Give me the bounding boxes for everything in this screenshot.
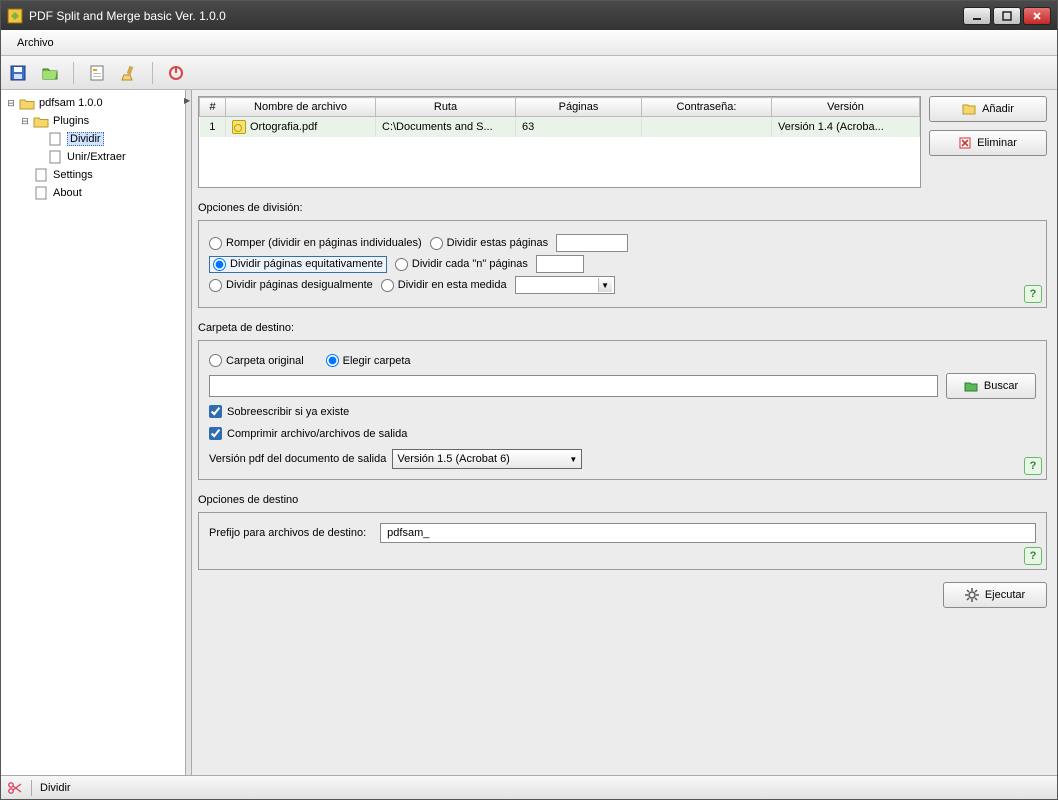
radio-unequal[interactable]: Dividir páginas desigualmente — [209, 279, 373, 292]
gear-icon — [965, 588, 979, 602]
execute-button[interactable]: Ejecutar — [943, 582, 1047, 608]
tree-about-label: About — [53, 187, 82, 199]
menu-archivo[interactable]: Archivo — [9, 33, 62, 53]
split-options-panel: Romper (dividir en páginas individuales)… — [198, 220, 1047, 308]
log-icon[interactable] — [86, 62, 108, 84]
collapse-icon[interactable]: ⊟ — [19, 115, 31, 127]
document-icon — [33, 168, 49, 182]
radio-equal[interactable]: Dividir páginas equitativamente — [209, 256, 387, 273]
tree-plugins-label: Plugins — [53, 115, 89, 127]
add-button[interactable]: Añadir — [929, 96, 1047, 122]
split-section-label: Opciones de división: — [198, 202, 1047, 214]
table-row[interactable]: 1 Ortografia.pdf C:\Documents and S... 6… — [200, 117, 920, 138]
status-separator — [31, 780, 32, 796]
every-n-input[interactable] — [536, 255, 584, 273]
window-title: PDF Split and Merge basic Ver. 1.0.0 — [29, 9, 963, 23]
col-pages[interactable]: Páginas — [516, 98, 642, 117]
splitter[interactable] — [186, 90, 192, 775]
radio-break[interactable]: Romper (dividir en páginas individuales) — [209, 237, 422, 250]
save-icon[interactable] — [7, 62, 29, 84]
col-name[interactable]: Nombre de archivo — [226, 98, 376, 117]
measure-combo[interactable]: ▼ — [515, 276, 615, 294]
help-icon[interactable]: ? — [1024, 547, 1042, 565]
these-pages-input[interactable] — [556, 234, 628, 252]
close-button[interactable] — [1023, 7, 1051, 25]
menubar: Archivo — [1, 30, 1057, 56]
add-icon — [962, 102, 976, 116]
minimize-button[interactable] — [963, 7, 991, 25]
tree-unir[interactable]: Unir/Extraer — [3, 148, 183, 166]
check-overwrite[interactable]: Sobreescribir si ya existe — [209, 405, 349, 418]
col-version[interactable]: Versión — [772, 98, 920, 117]
tree-settings-label: Settings — [53, 169, 93, 181]
radio-every-n[interactable]: Dividir cada "n" páginas — [395, 258, 528, 271]
help-icon[interactable]: ? — [1024, 285, 1042, 303]
tree-dividir[interactable]: Dividir — [3, 130, 183, 148]
document-icon — [47, 150, 63, 164]
tree-settings[interactable]: Settings — [3, 166, 183, 184]
tree-unir-label: Unir/Extraer — [67, 151, 126, 163]
cell-path: C:\Documents and S... — [376, 117, 516, 138]
cell-password — [642, 117, 772, 138]
radio-measure[interactable]: Dividir en esta medida — [381, 279, 507, 292]
delete-icon — [959, 137, 971, 149]
app-icon — [7, 8, 23, 24]
clear-icon[interactable] — [118, 62, 140, 84]
exit-icon[interactable] — [165, 62, 187, 84]
cell-version: Versión 1.4 (Acroba... — [772, 117, 920, 138]
maximize-button[interactable] — [993, 7, 1021, 25]
toolbar-separator — [73, 62, 74, 84]
collapse-icon[interactable]: ⊟ — [5, 97, 17, 109]
dest-section-label: Carpeta de destino: — [198, 322, 1047, 334]
dest-folder-input[interactable] — [209, 375, 938, 397]
cell-name: Ortografia.pdf — [226, 117, 376, 138]
sidebar: ⊟ pdfsam 1.0.0 ⊟ Plugins Dividir Unir/Ex… — [1, 90, 186, 775]
cell-pages: 63 — [516, 117, 642, 138]
radio-choose-folder[interactable]: Elegir carpeta — [326, 354, 411, 367]
cell-num: 1 — [200, 117, 226, 138]
tree-dividir-label: Dividir — [67, 132, 104, 146]
col-password[interactable]: Contraseña: — [642, 98, 772, 117]
document-icon — [33, 186, 49, 200]
tree-root[interactable]: ⊟ pdfsam 1.0.0 — [3, 94, 183, 112]
titlebar: PDF Split and Merge basic Ver. 1.0.0 — [1, 1, 1057, 30]
radio-these-pages[interactable]: Dividir estas páginas — [430, 237, 549, 250]
folder-icon — [33, 114, 49, 128]
col-path[interactable]: Ruta — [376, 98, 516, 117]
col-num[interactable]: # — [200, 98, 226, 117]
scissors-icon — [7, 780, 23, 796]
folder-open-icon — [964, 380, 978, 392]
document-icon — [47, 132, 63, 146]
toolbar-separator-2 — [152, 62, 153, 84]
tree-root-label: pdfsam 1.0.0 — [39, 97, 103, 109]
status-label: Dividir — [40, 782, 71, 794]
help-icon[interactable]: ? — [1024, 457, 1042, 475]
version-label: Versión pdf del documento de salida — [209, 453, 386, 465]
prefix-input[interactable] — [380, 523, 1036, 543]
chevron-down-icon: ▼ — [598, 278, 612, 292]
output-panel: Prefijo para archivos de destino: ? — [198, 512, 1047, 570]
file-table: # Nombre de archivo Ruta Páginas Contras… — [198, 96, 921, 188]
folder-icon — [19, 96, 35, 110]
toolbar — [1, 56, 1057, 90]
output-section-label: Opciones de destino — [198, 494, 1047, 506]
chevron-down-icon: ▼ — [569, 455, 577, 464]
dest-panel: Carpeta original Elegir carpeta Buscar S… — [198, 340, 1047, 480]
main-panel: # Nombre de archivo Ruta Páginas Contras… — [192, 90, 1057, 775]
browse-button[interactable]: Buscar — [946, 373, 1036, 399]
version-select[interactable]: Versión 1.5 (Acrobat 6) ▼ — [392, 449, 582, 469]
tree-plugins[interactable]: ⊟ Plugins — [3, 112, 183, 130]
open-icon[interactable] — [39, 62, 61, 84]
prefix-label: Prefijo para archivos de destino: — [209, 527, 366, 539]
check-compress[interactable]: Comprimir archivo/archivos de salida — [209, 427, 407, 440]
remove-button[interactable]: Eliminar — [929, 130, 1047, 156]
key-icon — [232, 120, 246, 134]
statusbar: Dividir — [1, 775, 1057, 799]
tree-about[interactable]: About — [3, 184, 183, 202]
radio-original-folder[interactable]: Carpeta original — [209, 354, 304, 367]
